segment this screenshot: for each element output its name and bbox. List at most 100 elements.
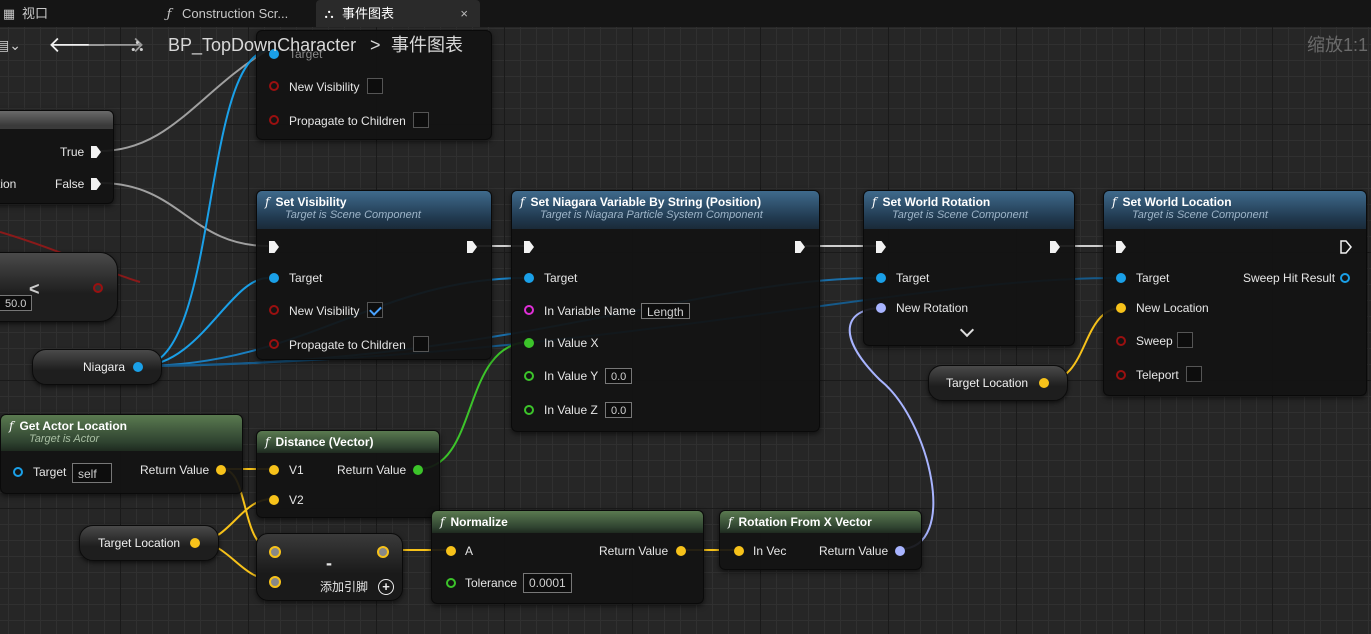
pin-label-v1: V1	[289, 463, 304, 477]
true-exec-pin[interactable]	[91, 146, 101, 158]
pin-label-in-vec: In Vec	[753, 544, 787, 558]
variable-name-input[interactable]: Length	[641, 303, 690, 319]
niagara-label: Niagara	[83, 360, 126, 374]
distance-vector-node[interactable]: f Distance (Vector) V1 Return Value V2	[256, 430, 440, 518]
tab-viewport[interactable]: ▦ 视口	[0, 0, 152, 27]
graph-hierarchy-icon[interactable]: ⛬	[131, 27, 144, 63]
target-location-output-pin[interactable]	[190, 538, 200, 548]
tolerance-input[interactable]: 0.0001	[523, 573, 572, 593]
set-world-rotation-node[interactable]: f Set World Rotation Target is Scene Comp…	[863, 190, 1075, 346]
pin-label-target: Target	[33, 465, 67, 479]
target-location-variable-node[interactable]: Target Location	[928, 365, 1068, 401]
normalize-node[interactable]: f Normalize A Return Value Tolerance 0.00…	[431, 510, 704, 604]
return-value-pin[interactable]	[676, 546, 686, 556]
return-value-pin[interactable]	[216, 465, 226, 475]
exec-in-pin[interactable]	[876, 241, 886, 253]
pin-label-new-visibility: New Visibility	[289, 80, 360, 94]
in-value-z-pin[interactable]	[524, 405, 534, 415]
in-vec-pin[interactable]	[734, 546, 744, 556]
v2-pin[interactable]	[269, 495, 279, 505]
new-visibility-pin[interactable]	[269, 305, 279, 315]
blueprint-graph-canvas[interactable]: Target New Visibility Propagate to Child…	[0, 0, 1371, 634]
v1-pin[interactable]	[269, 465, 279, 475]
pin-label-propagate: Propagate to Children	[289, 114, 406, 128]
target-pin[interactable]	[1116, 273, 1126, 283]
compare-value-input[interactable]: 50.0	[0, 295, 33, 311]
propagate-pin[interactable]	[269, 339, 279, 349]
exec-out-pin[interactable]	[467, 241, 477, 253]
in-value-y-pin[interactable]	[524, 371, 534, 381]
pin-label-return-value: Return Value	[140, 463, 210, 477]
add-pin-label[interactable]: 添加引脚	[320, 580, 368, 594]
target-location-variable-node[interactable]: Target Location	[79, 525, 219, 561]
add-pin-plus-icon[interactable]: +	[378, 579, 394, 595]
pin-label-target: Target	[544, 271, 578, 285]
sweep-checkbox[interactable]	[1177, 332, 1193, 348]
return-value-pin[interactable]	[895, 546, 905, 556]
get-actor-location-node[interactable]: f Get Actor Location Target is Actor Targ…	[0, 414, 243, 494]
in-value-z-input[interactable]: 0.0	[605, 402, 633, 418]
exec-in-pin[interactable]	[1116, 241, 1126, 253]
tolerance-pin[interactable]	[446, 578, 456, 588]
target-pin[interactable]	[876, 273, 886, 283]
close-icon[interactable]: ×	[460, 0, 468, 27]
exec-wire	[99, 49, 269, 152]
exec-out-pin[interactable]	[1340, 240, 1352, 254]
expand-chevron-down-icon[interactable]	[959, 322, 975, 338]
set-world-rotation-header: f Set World Rotation Target is Scene Comp…	[864, 191, 1074, 229]
compare-float-node[interactable]: 50.0 <	[0, 252, 118, 322]
niagara-output-pin[interactable]	[133, 362, 143, 372]
new-rotation-pin[interactable]	[876, 303, 886, 313]
exec-out-pin[interactable]	[795, 241, 805, 253]
breadcrumb-blueprint[interactable]: BP_TopDownCharacter	[168, 27, 356, 63]
sweep-hit-result-pin[interactable]	[1340, 273, 1350, 283]
compare-output-pin[interactable]	[93, 283, 103, 293]
set-visibility-node[interactable]: f Set Visibility Target is Scene Componen…	[256, 190, 492, 360]
input-a-pin[interactable]	[269, 546, 281, 558]
set-niagara-variable-node[interactable]: f Set Niagara Variable By String (Positio…	[511, 190, 820, 432]
a-pin[interactable]	[446, 546, 456, 556]
normalize-header: f Normalize	[432, 511, 703, 533]
in-value-x-pin[interactable]	[524, 338, 534, 348]
teleport-pin[interactable]	[1116, 370, 1126, 380]
tab-event-graph[interactable]: ⛬ 事件图表 ×	[316, 0, 480, 27]
exec-in-pin[interactable]	[269, 241, 279, 253]
target-location-label: Target Location	[946, 376, 1029, 390]
tab-construction-script[interactable]: ƒ Construction Scr...	[158, 0, 312, 27]
target-pin[interactable]	[269, 273, 279, 283]
breadcrumb-graph[interactable]: 事件图表	[391, 27, 463, 63]
propagate-checkbox[interactable]	[413, 112, 429, 128]
rotation-from-x-title: Rotation From X Vector	[738, 515, 872, 529]
teleport-checkbox[interactable]	[1186, 366, 1202, 382]
get-actor-location-title: Get Actor Location	[19, 419, 128, 433]
return-value-pin[interactable]	[413, 465, 423, 475]
target-location-label: Target Location	[98, 536, 181, 550]
target-self-input[interactable]: self	[72, 463, 112, 483]
subtract-vector-node[interactable]: - 添加引脚 +	[256, 533, 403, 601]
get-actor-location-subtitle: Target is Actor	[29, 433, 100, 445]
new-visibility-pin[interactable]	[269, 81, 279, 91]
niagara-variable-node[interactable]: Niagara	[32, 349, 162, 385]
new-location-pin[interactable]	[1116, 303, 1126, 313]
branch-node[interactable]: True tion False	[0, 110, 114, 204]
variable-name-pin[interactable]	[524, 305, 534, 315]
set-world-location-node[interactable]: f Set World Location Target is Scene Comp…	[1103, 190, 1367, 396]
output-pin[interactable]	[377, 546, 389, 558]
propagate-pin[interactable]	[269, 115, 279, 125]
pin-label-new-location: New Location	[1136, 301, 1209, 315]
new-visibility-checkbox[interactable]	[367, 302, 383, 318]
new-visibility-checkbox[interactable]	[367, 78, 383, 94]
exec-in-pin[interactable]	[524, 241, 534, 253]
input-b-pin[interactable]	[269, 576, 281, 588]
target-pin[interactable]	[13, 467, 23, 477]
propagate-checkbox[interactable]	[413, 336, 429, 352]
target-location-output-pin[interactable]	[1039, 378, 1049, 388]
rotation-from-x-vector-node[interactable]: f Rotation From X Vector In Vec Return Va…	[719, 510, 922, 570]
set-niagara-subtitle: Target is Niagara Particle System Compon…	[540, 209, 763, 221]
exec-out-pin[interactable]	[1050, 241, 1060, 253]
false-exec-pin[interactable]	[91, 178, 101, 190]
hierarchy-menu-icon[interactable]: ▤⌄	[0, 27, 21, 63]
sweep-pin[interactable]	[1116, 336, 1126, 346]
in-value-y-input[interactable]: 0.0	[605, 368, 633, 384]
target-pin[interactable]	[524, 273, 534, 283]
